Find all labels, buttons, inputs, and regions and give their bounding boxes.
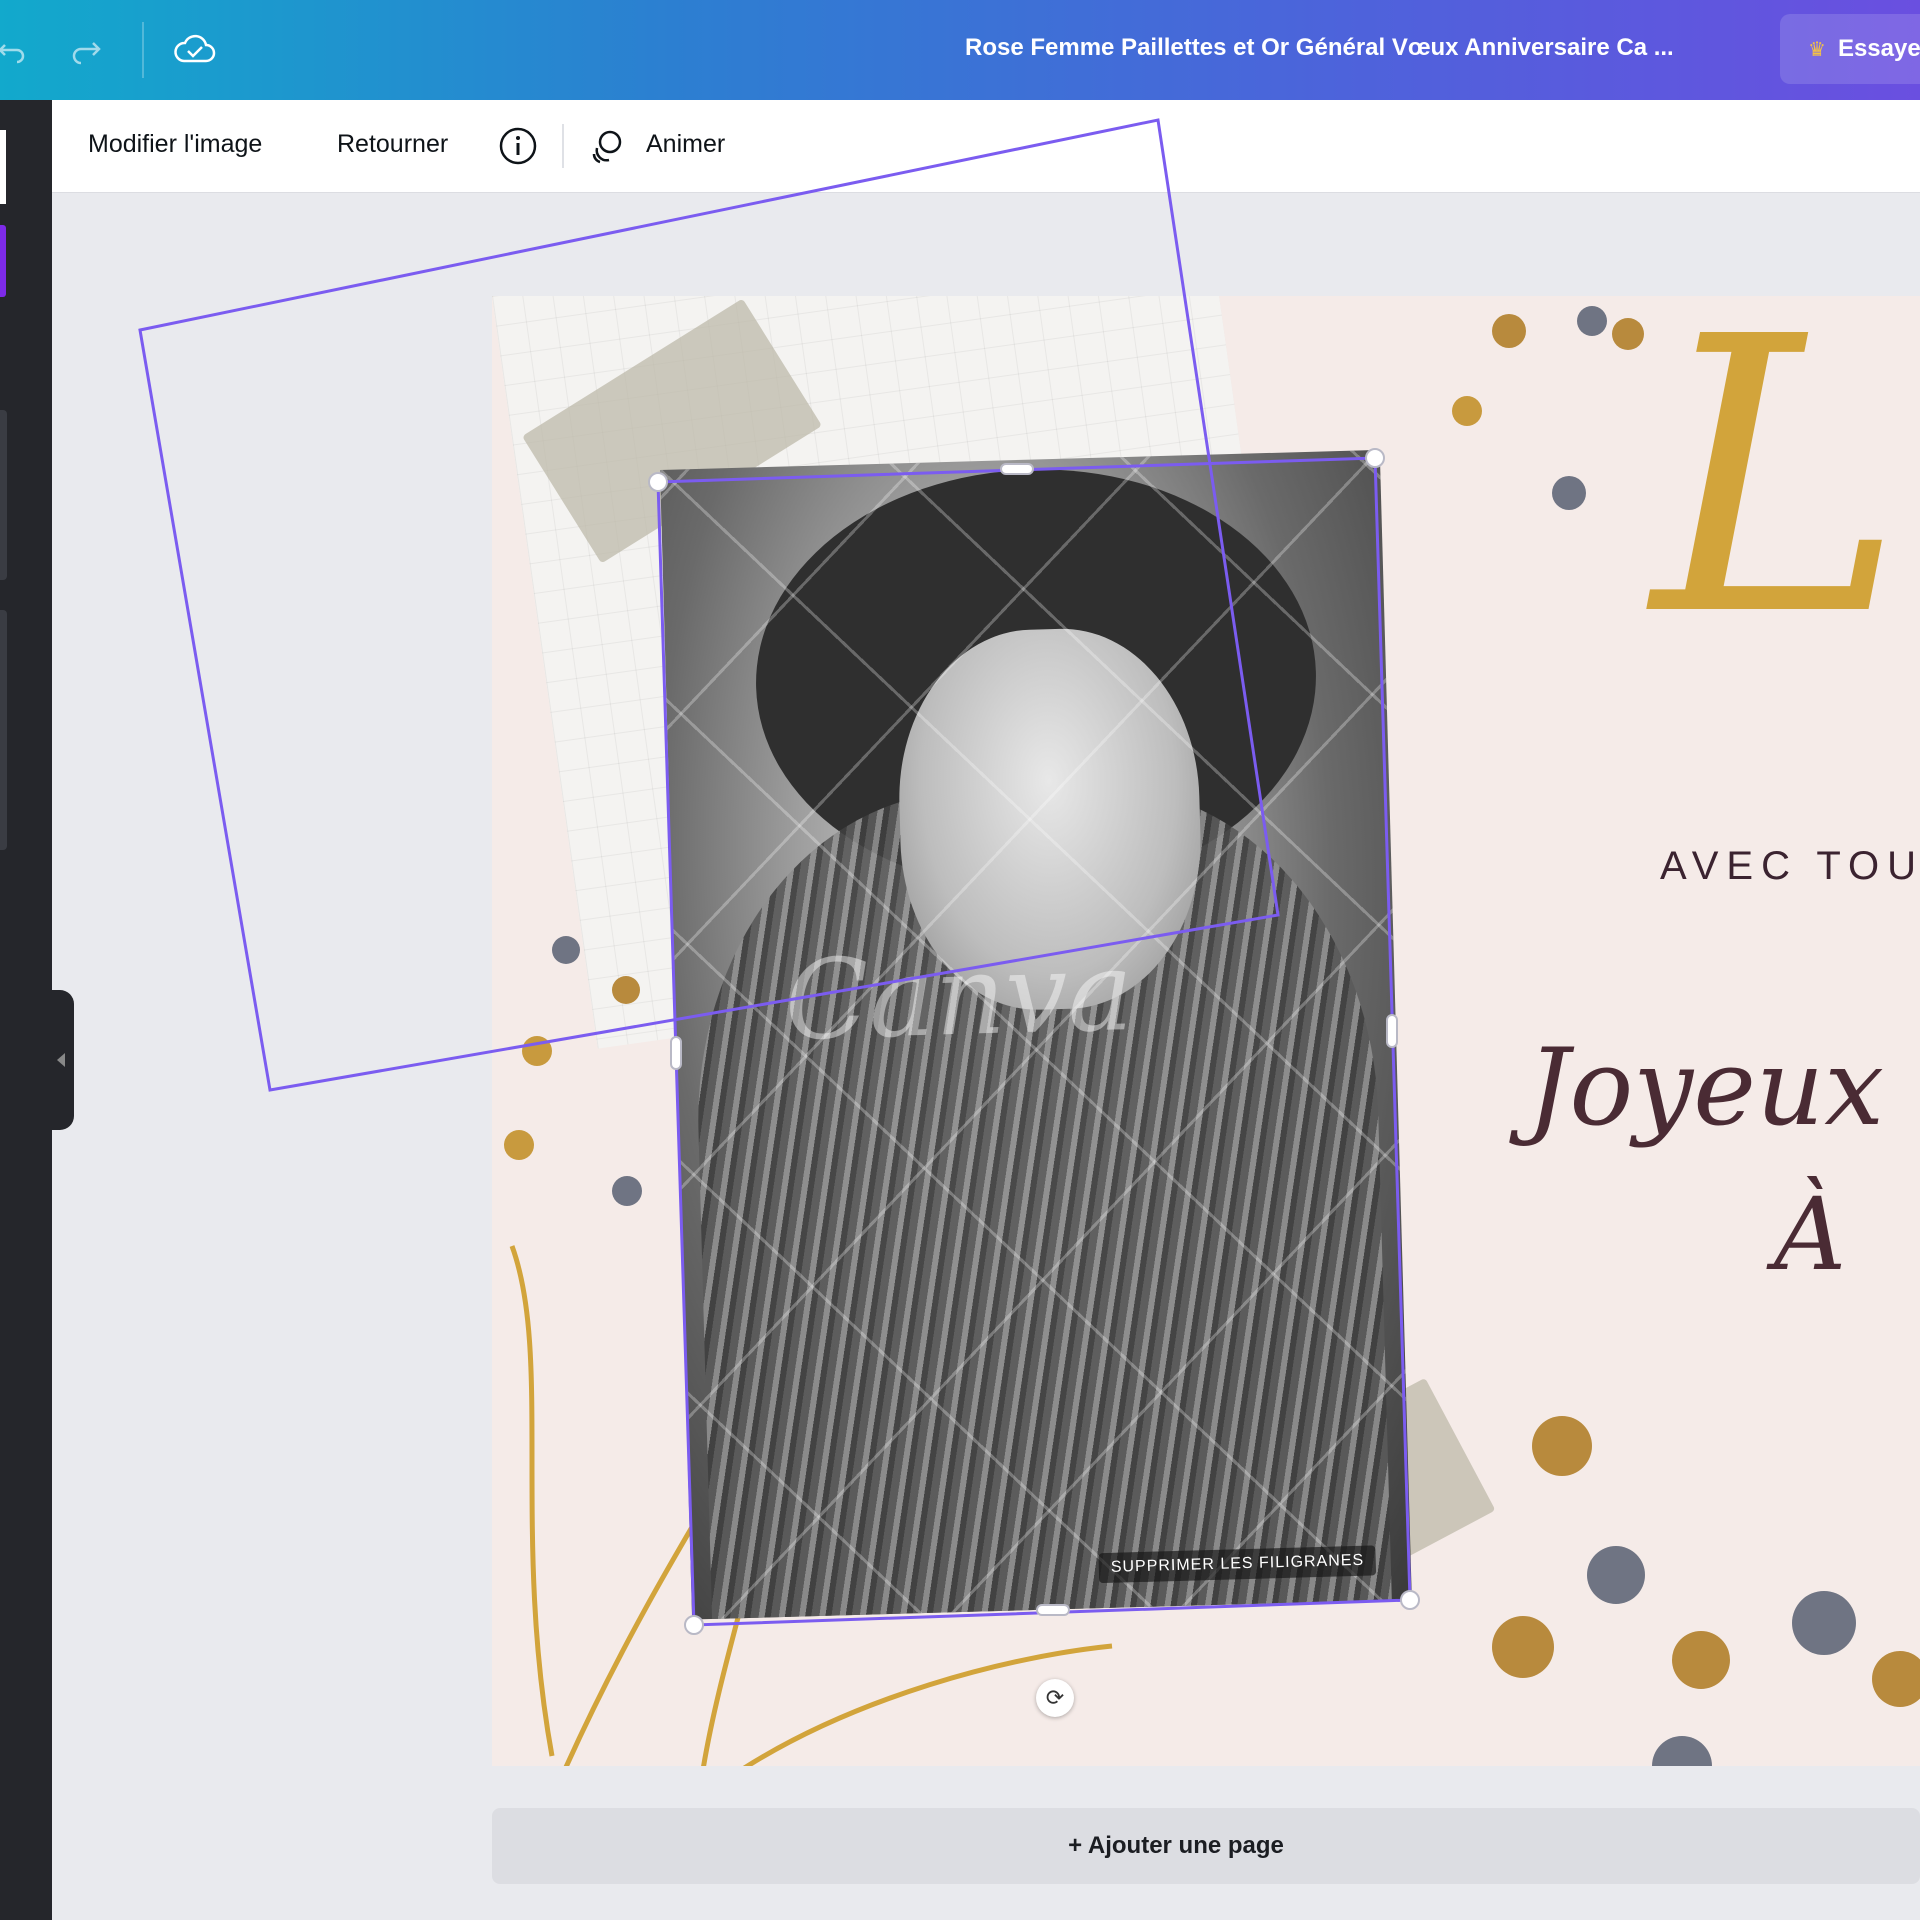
top-bar: Rose Femme Paillettes et Or Général Vœux… (0, 0, 1920, 100)
rail-item-active-indicator[interactable] (0, 130, 6, 204)
toolbar-divider (562, 124, 564, 168)
undo-icon[interactable] (0, 24, 38, 76)
left-side-rail (0, 100, 52, 1920)
gold-dot (1872, 1651, 1920, 1707)
greeting-text-line2[interactable]: À (1774, 1176, 1846, 1293)
gold-script-text[interactable]: Le (1652, 296, 1920, 699)
toolbar-separator (142, 22, 144, 78)
grey-dot (552, 936, 580, 964)
greeting-text[interactable]: Joyeux a (1527, 1026, 1920, 1149)
canva-watermark: Canva (783, 927, 1135, 1065)
resize-handle-top-right[interactable] (1365, 448, 1385, 468)
gold-dot (1492, 314, 1526, 348)
crown-icon: ♛ (1808, 38, 1826, 61)
grey-dot (1577, 306, 1607, 336)
animate-icon[interactable] (588, 126, 628, 166)
grey-dot (1792, 1591, 1856, 1655)
resize-handle-top[interactable] (1000, 463, 1034, 475)
cloud-check-icon[interactable] (168, 24, 220, 76)
subtitle-text[interactable]: AVEC TOU (1660, 844, 1920, 889)
gold-dot (1672, 1631, 1730, 1689)
rail-panel-block[interactable] (0, 410, 7, 580)
selected-photo[interactable]: Canva SUPPRIMER LES FILIGRANES (660, 449, 1412, 1620)
grey-dot (1552, 476, 1586, 510)
gold-dot (612, 976, 640, 1004)
edit-image-button[interactable]: Modifier l'image (88, 130, 262, 159)
gold-dot (1612, 318, 1644, 350)
resize-handle-left[interactable] (670, 1036, 682, 1070)
collapse-panel-handle[interactable] (52, 990, 74, 1130)
resize-handle-top-left[interactable] (648, 472, 668, 492)
rotate-icon: ⟳ (1045, 1685, 1065, 1710)
grey-dot (1652, 1736, 1712, 1766)
try-pro-label: Essaye (1837, 35, 1920, 62)
gold-dot (504, 1130, 534, 1160)
resize-handle-bottom-left[interactable] (684, 1615, 704, 1635)
try-pro-button[interactable]: ♛ Essaye (1780, 14, 1920, 84)
redo-icon[interactable] (60, 24, 112, 76)
gold-dot (1532, 1416, 1592, 1476)
rail-item-selected[interactable] (0, 225, 6, 297)
animate-button[interactable]: Animer (646, 130, 725, 159)
context-toolbar: Modifier l'image Retourner Animer (52, 100, 1920, 192)
rotate-handle[interactable]: ⟳ (1036, 1679, 1074, 1717)
add-page-button[interactable]: + Ajouter une page (492, 1808, 1920, 1884)
resize-handle-right[interactable] (1386, 1014, 1398, 1048)
info-icon[interactable] (498, 126, 538, 166)
resize-handle-bottom-right[interactable] (1400, 1590, 1420, 1610)
gold-dot (1492, 1616, 1554, 1678)
flip-button[interactable]: Retourner (337, 130, 448, 159)
grey-dot (1587, 1546, 1645, 1604)
resize-handle-bottom[interactable] (1036, 1604, 1070, 1616)
grey-dot (612, 1176, 642, 1206)
gold-dot (1452, 396, 1482, 426)
document-title[interactable]: Rose Femme Paillettes et Or Général Vœux… (965, 34, 1745, 62)
gold-dot (522, 1036, 552, 1066)
rail-panel-block[interactable] (0, 610, 7, 850)
